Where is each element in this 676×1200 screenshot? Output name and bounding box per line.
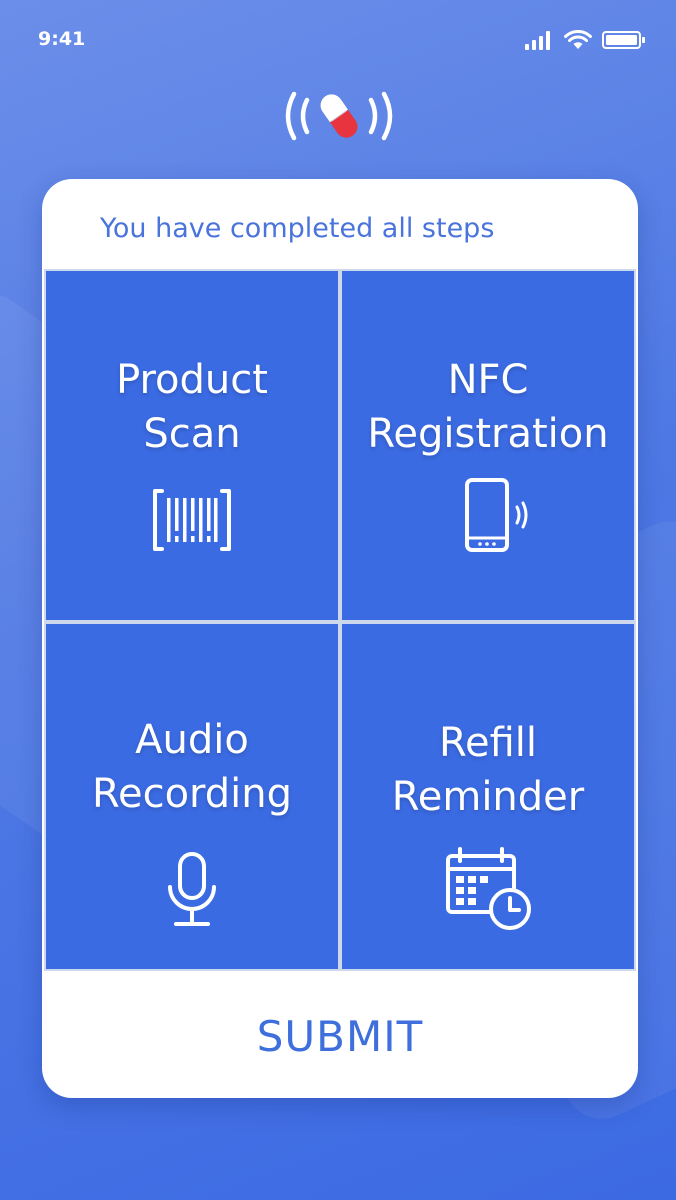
- tile-title-line1: Product: [116, 357, 268, 403]
- barcode-scan-icon: [153, 489, 231, 551]
- steps-card: You have completed all steps Product Sca…: [42, 179, 638, 1098]
- battery-icon: [602, 31, 645, 49]
- calendar-clock-icon: [446, 847, 531, 930]
- microphone-icon: [168, 852, 216, 926]
- pill-signal-icon: [285, 91, 393, 141]
- tile-title-line2: Recording: [91, 771, 293, 817]
- nfc-registration-tile[interactable]: NFC Registration: [342, 271, 634, 620]
- tile-title-line2: Scan: [143, 411, 241, 457]
- tile-title-line1: Audio: [135, 717, 249, 763]
- tile-title: Product Scan: [46, 353, 338, 461]
- status-time: 9:41: [38, 28, 86, 50]
- audio-recording-tile[interactable]: Audio Recording: [46, 624, 338, 969]
- tile-title: Audio Recording: [46, 713, 338, 821]
- status-bar: 9:41: [0, 0, 676, 84]
- status-icons: [524, 30, 646, 50]
- tile-title: NFC Registration: [342, 353, 634, 461]
- phone-nfc-icon: [465, 478, 528, 552]
- wifi-icon: [564, 30, 592, 49]
- tile-title: Refill Reminder: [342, 716, 634, 824]
- tile-title-line1: NFC: [447, 357, 529, 403]
- cellular-signal-icon: [525, 31, 550, 50]
- submit-button[interactable]: SUBMIT: [42, 975, 638, 1098]
- steps-grid: Product Scan NFC Registration Audio Reco…: [44, 269, 636, 971]
- tile-title-line2: Reminder: [391, 774, 585, 820]
- card-header: You have completed all steps: [100, 213, 495, 244]
- refill-reminder-tile[interactable]: Refill Reminder: [342, 624, 634, 969]
- product-scan-tile[interactable]: Product Scan: [46, 271, 338, 620]
- tile-title-line1: Refill: [438, 720, 538, 766]
- tile-title-line2: Registration: [367, 411, 609, 457]
